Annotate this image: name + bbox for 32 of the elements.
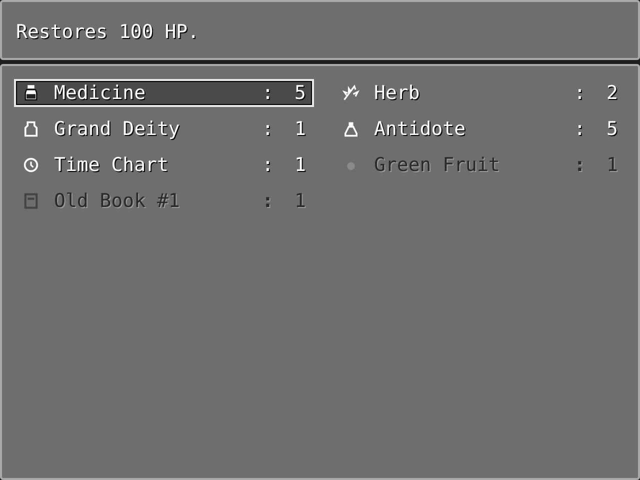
bottle-icon xyxy=(22,84,40,102)
item-count: 5 xyxy=(294,81,306,105)
item-count: 1 xyxy=(294,189,306,213)
colon-separator: : xyxy=(262,81,274,105)
colon-separator: : xyxy=(262,153,274,177)
book-icon xyxy=(22,192,40,210)
item-name: Grand Deity xyxy=(54,117,181,141)
item-count: 5 xyxy=(606,117,618,141)
item-entry[interactable]: Herb : 2 xyxy=(334,79,626,107)
item-entry[interactable]: Time Chart : 1 xyxy=(14,151,314,179)
item-name: Time Chart xyxy=(54,153,170,177)
item-name: Old Book #1 xyxy=(54,189,181,213)
item-count: 2 xyxy=(606,81,618,105)
colon-separator: : xyxy=(262,117,274,141)
item-count: 1 xyxy=(294,117,306,141)
item-name: Green Fruit xyxy=(374,153,501,177)
flask-icon xyxy=(342,120,360,138)
item-count: 1 xyxy=(606,153,618,177)
item-name: Medicine xyxy=(54,81,147,105)
item-entry[interactable]: Medicine : 5 xyxy=(14,79,314,107)
item-description: Restores 100 HP. xyxy=(16,21,200,43)
colon-separator: : xyxy=(574,81,586,105)
colon-separator: : xyxy=(574,153,586,177)
item-entry[interactable]: Antidote : 5 xyxy=(334,115,626,143)
clock-icon xyxy=(22,156,40,174)
pot-icon xyxy=(22,120,40,138)
colon-separator: : xyxy=(262,189,274,213)
item-entry[interactable]: Grand Deity : 1 xyxy=(14,115,314,143)
colon-separator: : xyxy=(574,117,586,141)
item-name: Antidote xyxy=(374,117,467,141)
item-name: Herb xyxy=(374,81,421,105)
item-count: 1 xyxy=(294,153,306,177)
